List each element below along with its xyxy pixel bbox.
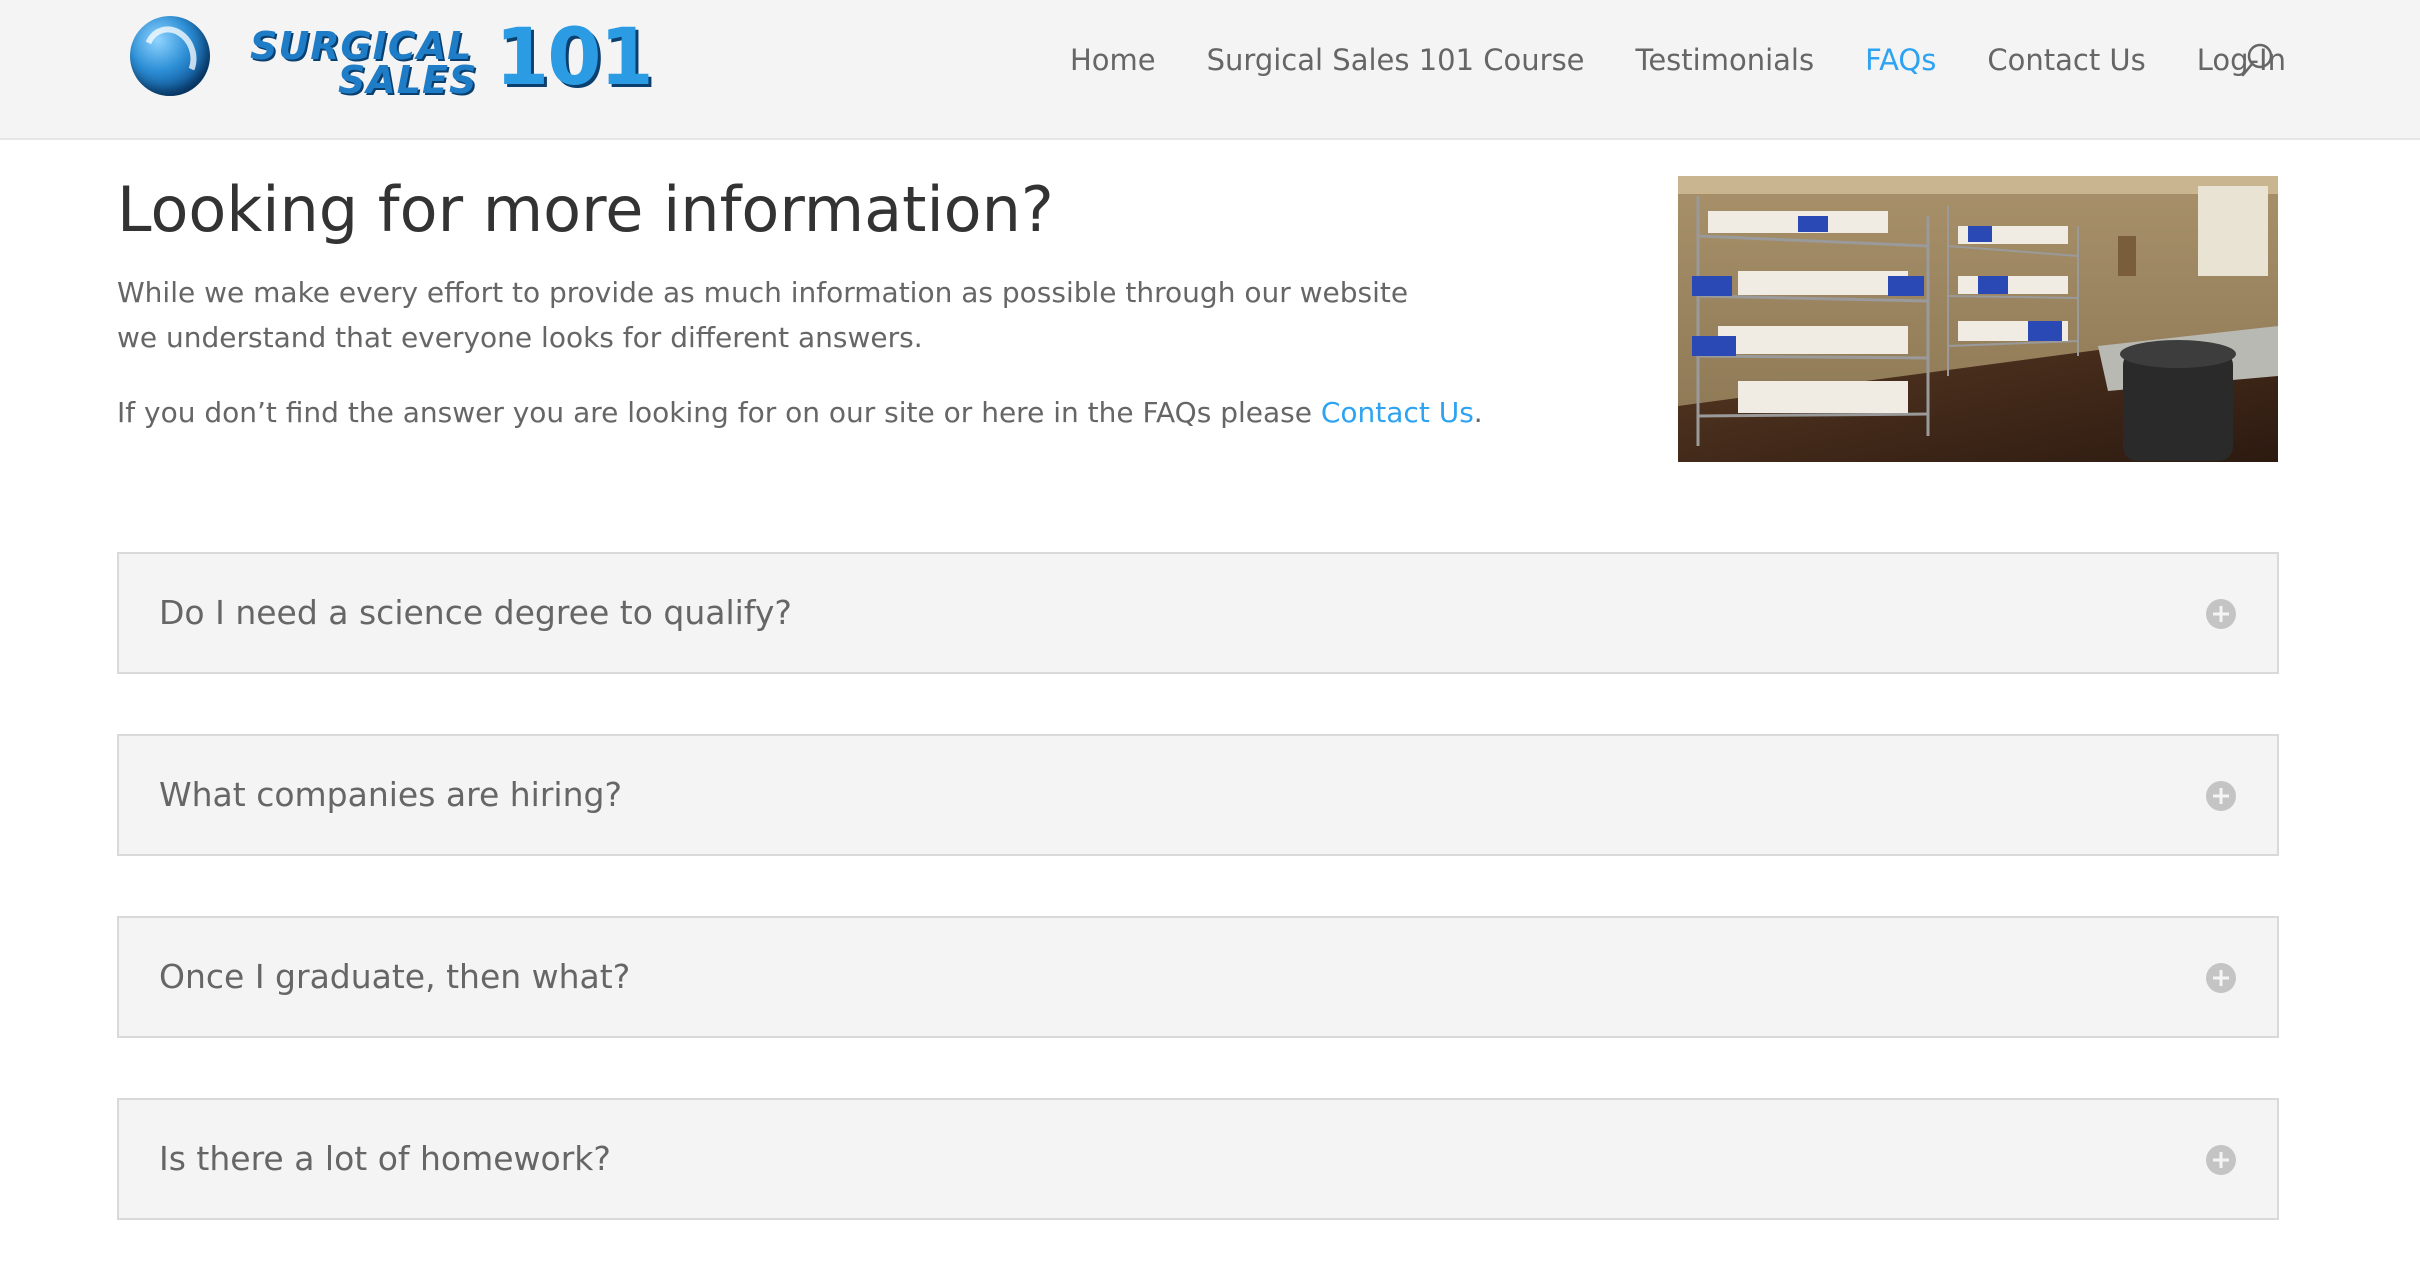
faq-item-companies-hiring[interactable]: What companies are hiring? bbox=[117, 734, 2279, 856]
nav-testimonials[interactable]: Testimonials bbox=[1636, 43, 1815, 77]
main-nav: Home Surgical Sales 101 Course Testimoni… bbox=[1070, 38, 2337, 82]
logo-number: 101 bbox=[495, 13, 654, 103]
nav-contact-us[interactable]: Contact Us bbox=[1987, 43, 2145, 77]
contact-us-link[interactable]: Contact Us bbox=[1321, 396, 1474, 429]
logo-word-sales: SALES bbox=[338, 58, 478, 102]
contact-paragraph: If you don’t find the answer you are loo… bbox=[117, 390, 1517, 435]
search-icon[interactable] bbox=[2240, 42, 2274, 78]
faq-question: What companies are hiring? bbox=[159, 775, 622, 814]
logo-wordmark: SURGICAL SALES bbox=[250, 24, 510, 104]
nav-home[interactable]: Home bbox=[1070, 43, 1156, 77]
logo-globe-icon bbox=[130, 16, 210, 96]
logo-globe-swirl bbox=[135, 18, 205, 94]
faq-question: Is there a lot of homework? bbox=[159, 1139, 611, 1178]
plus-circle-icon[interactable] bbox=[2205, 780, 2237, 812]
storage-room-photo bbox=[1678, 176, 2278, 462]
intro-paragraph: While we make every effort to provide as… bbox=[117, 276, 1409, 354]
faq-item-homework[interactable]: Is there a lot of homework? bbox=[117, 1098, 2279, 1220]
contact-paragraph-period: . bbox=[1473, 396, 1483, 429]
faq-item-science-degree[interactable]: Do I need a science degree to qualify? bbox=[117, 552, 2279, 674]
site-header: SURGICAL SALES 101 Home Surgical Sales 1… bbox=[0, 0, 2420, 140]
plus-circle-icon[interactable] bbox=[2205, 598, 2237, 630]
nav-faqs[interactable]: FAQs bbox=[1865, 43, 1936, 77]
page-title: Looking for more information? bbox=[117, 173, 1054, 246]
nav-course[interactable]: Surgical Sales 101 Course bbox=[1207, 43, 1585, 77]
faq-question: Do I need a science degree to qualify? bbox=[159, 593, 792, 632]
storage-room-illustration bbox=[1678, 176, 2278, 462]
faq-question: Once I graduate, then what? bbox=[159, 957, 631, 996]
site-logo[interactable]: SURGICAL SALES 101 bbox=[130, 16, 660, 104]
contact-paragraph-text: If you don’t find the answer you are loo… bbox=[117, 396, 1321, 429]
faq-item-after-graduation[interactable]: Once I graduate, then what? bbox=[117, 916, 2279, 1038]
plus-circle-icon[interactable] bbox=[2205, 1144, 2237, 1176]
plus-circle-icon[interactable] bbox=[2205, 962, 2237, 994]
